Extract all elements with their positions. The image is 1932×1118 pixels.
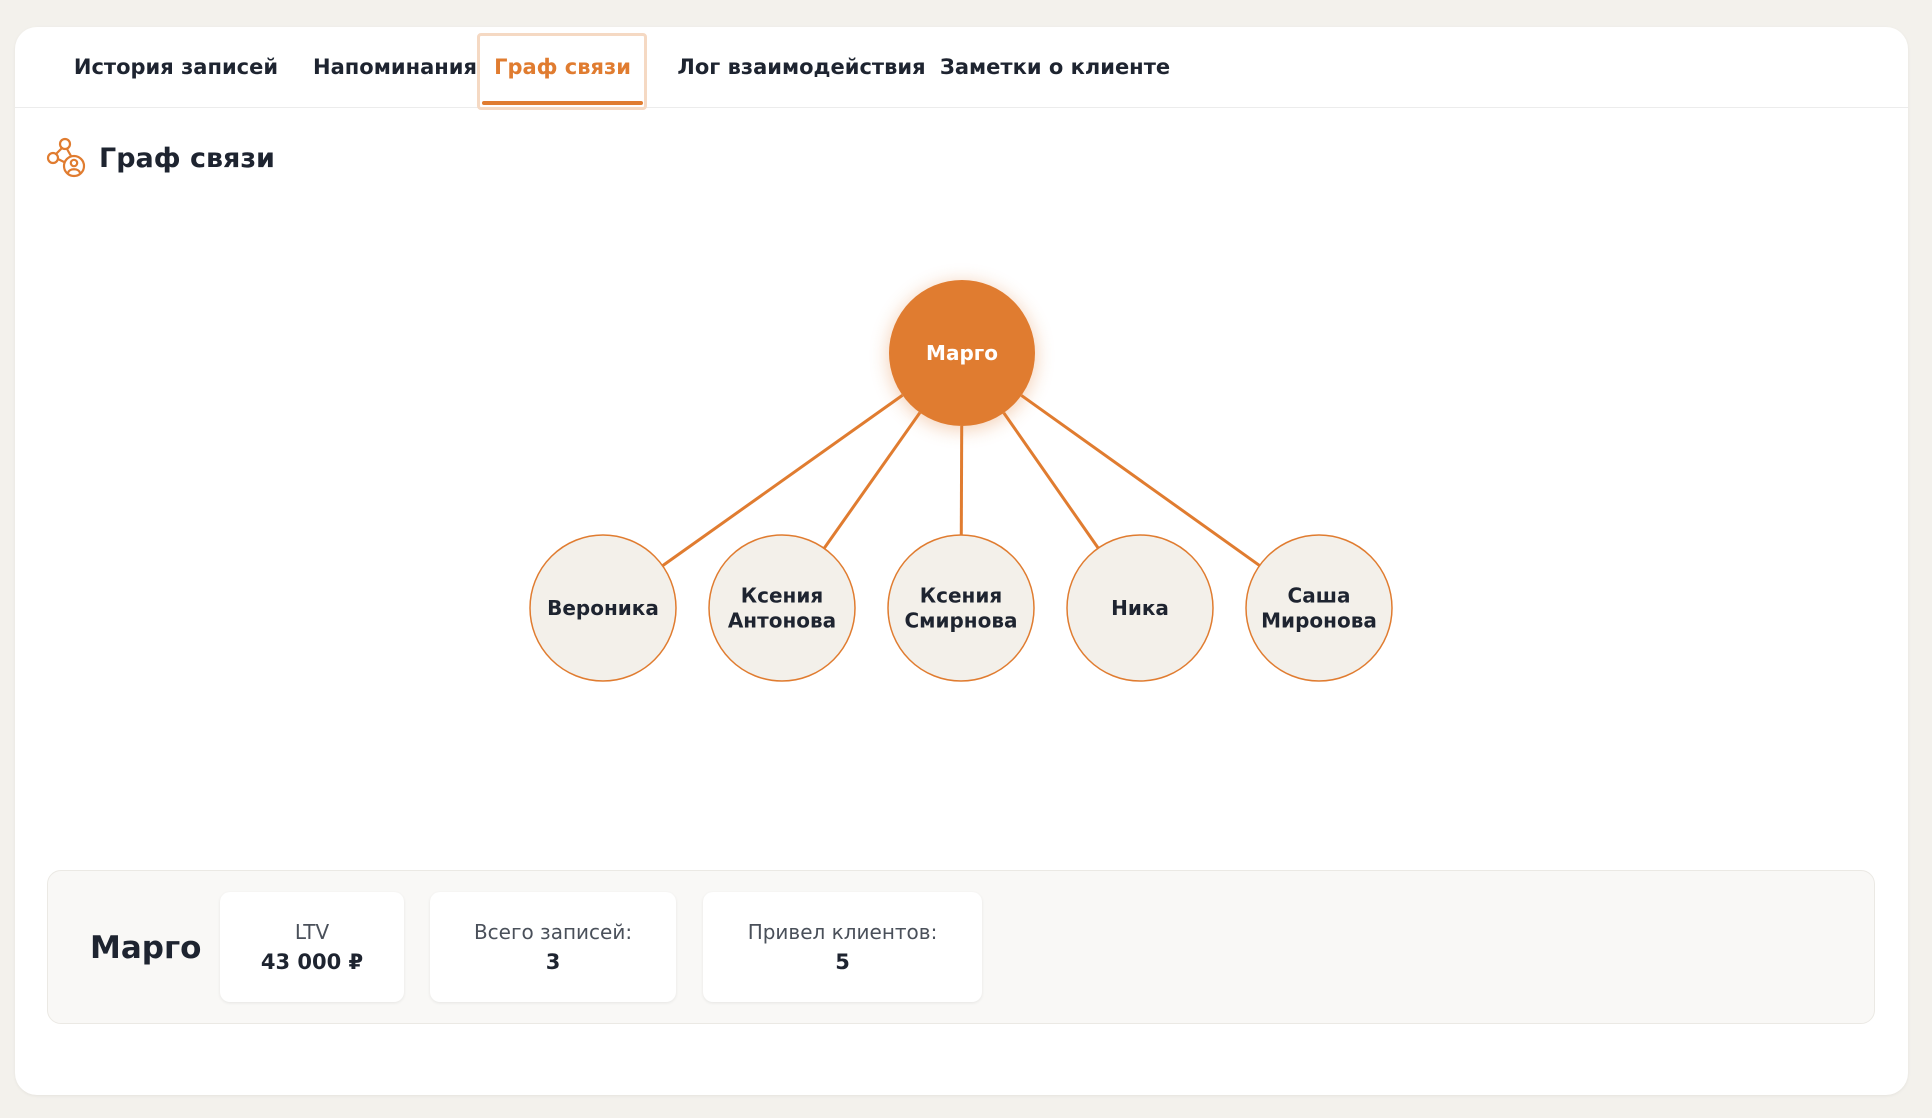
client-card: История записей Напоминания Граф связи Л… [15,27,1908,1095]
stat-ltv-label: LTV [294,920,330,944]
graph-child-node[interactable]: КсенияСмирнова [887,534,1035,682]
summary-client-name: Марго [90,930,202,966]
stat-total-records: Всего записей: 3 [430,892,676,1002]
stat-ltv-value: 43 000 ₽ [260,950,364,974]
graph-child-node[interactable]: КсенияАнтонова [708,534,856,682]
stat-referred-clients-value: 5 [835,950,850,974]
child-node-label: Ксения [920,584,1002,608]
child-node-label: Ника [1111,596,1169,620]
graph-child-node[interactable]: СашаМиронова [1245,534,1393,682]
stat-referred-clients-label: Привел клиентов: [747,920,938,944]
stat-total-records-value: 3 [545,950,561,974]
stat-referred-clients: Привел клиентов: 5 [703,892,982,1002]
connection-graph: ВероникаКсенияАнтоноваКсенияСмирноваНика… [529,280,1393,682]
stat-ltv: LTV 43 000 ₽ [220,892,404,1002]
child-node-label: Саша [1288,584,1351,608]
child-node-label: Смирнова [904,609,1017,633]
graph-center-node[interactable]: Марго [888,280,1036,430]
graph-child-node[interactable]: Вероника [529,534,677,682]
stat-total-records-label: Всего записей: [473,920,633,944]
graph-edge [822,411,922,550]
client-summary-panel: Марго LTV 43 000 ₽ Всего записей: 3 Прив… [47,870,1875,1024]
child-node-label: Вероника [547,596,659,620]
child-node-label: Антонова [728,609,836,633]
center-node-label: Марго [926,341,998,365]
child-node-label: Миронова [1261,609,1377,633]
graph-edge [1002,412,1100,549]
graph-child-node[interactable]: Ника [1066,534,1214,682]
child-node-label: Ксения [741,584,823,608]
